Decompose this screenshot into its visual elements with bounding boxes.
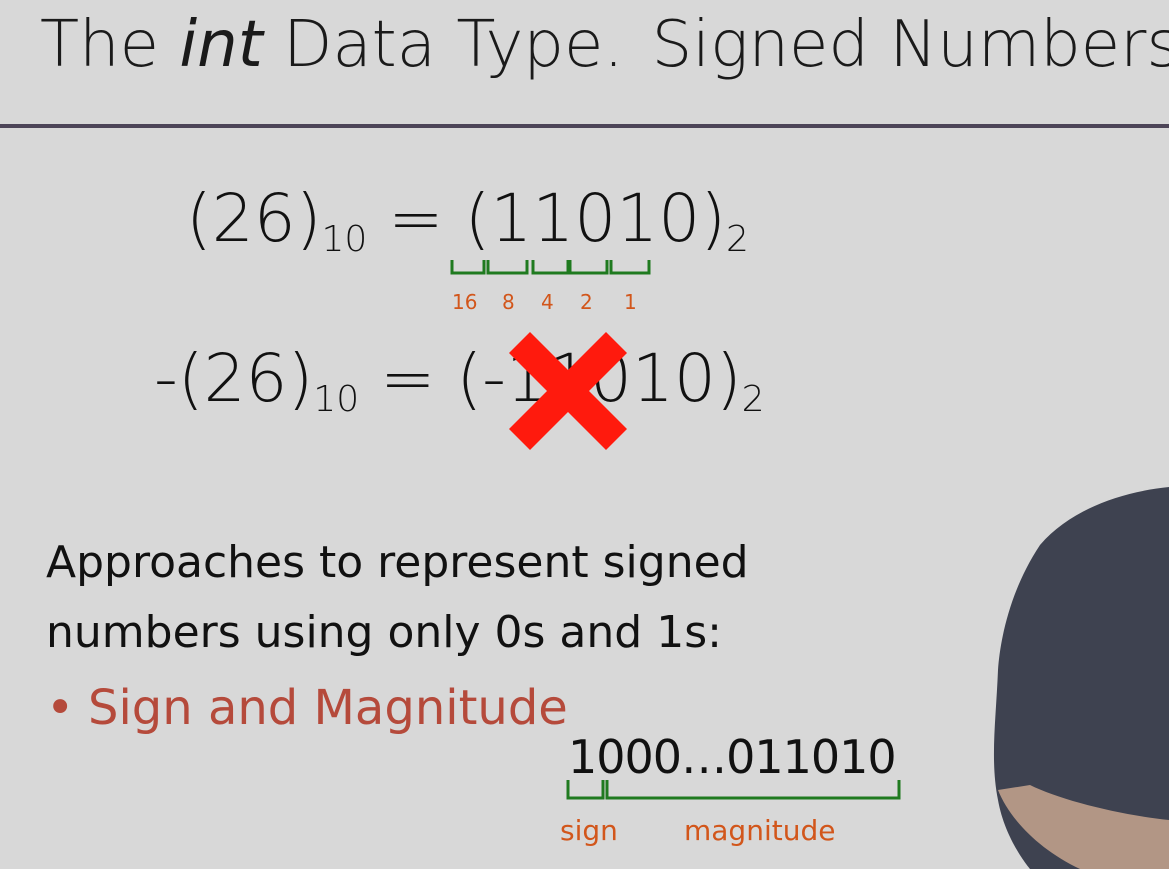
bracket-8 [486,260,529,275]
red-x-cross-icon [509,332,627,450]
slide-graphics [450,260,1169,869]
bracket-magnitude [605,780,901,800]
bracket-16 [450,260,486,275]
bracket-1 [609,260,651,275]
bit-brackets [566,780,901,800]
digit-brackets [450,260,651,275]
bracket-2 [568,260,609,275]
bracket-4 [531,260,570,275]
presenter-figure [993,487,1169,869]
bracket-sign [566,780,605,800]
